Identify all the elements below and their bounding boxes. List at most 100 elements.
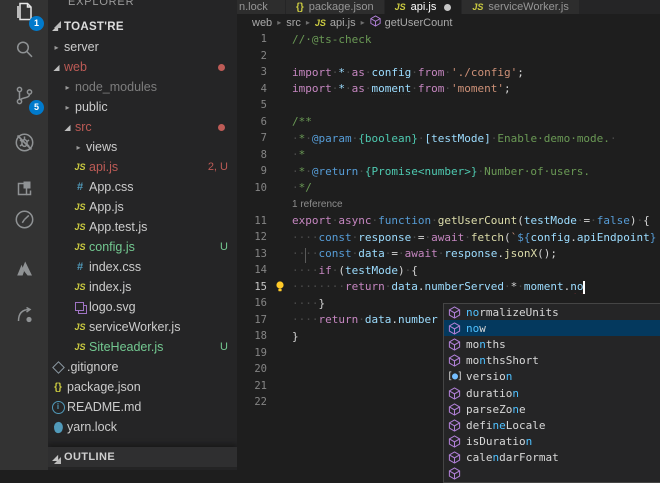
- explorer-header: EXPLORER: [68, 0, 134, 8]
- file-icon-slot: JS: [72, 202, 88, 212]
- git-file-icon: [52, 361, 65, 374]
- line-number: 11: [237, 215, 267, 227]
- breadcrumb-item-src[interactable]: src: [286, 17, 301, 29]
- breadcrumb-item-api-js[interactable]: JSapi.js: [315, 17, 356, 29]
- tree-item--gitignore[interactable]: .gitignore: [48, 357, 237, 377]
- breadcrumb-item-getusercount[interactable]: getUserCount: [370, 15, 453, 30]
- chevron-expanded-icon: ◢: [61, 123, 74, 132]
- line-number: 2: [237, 50, 267, 62]
- tree-item-config-js[interactable]: JSconfig.jsU: [48, 237, 237, 257]
- tree-item-views[interactable]: ▸views: [48, 137, 237, 157]
- suggest-item-calendarformat[interactable]: calendarFormat: [444, 450, 660, 466]
- tree-item-logo-svg[interactable]: logo.svg: [48, 297, 237, 317]
- suggest-item-parsezone[interactable]: parseZone: [444, 401, 660, 417]
- dial-icon: [13, 208, 36, 236]
- code-line-content: /**: [292, 115, 660, 128]
- tab-label: n.lock: [239, 1, 268, 13]
- suggest-item-definelocale[interactable]: defineLocale: [444, 417, 660, 433]
- code-line-content: export·async·function·getUserCount(testM…: [292, 214, 660, 227]
- outline-section-header[interactable]: ◢ OUTLINE: [48, 447, 237, 467]
- json-file-icon: {}: [296, 2, 304, 13]
- code-line[interactable]: 2: [237, 48, 660, 65]
- search-icon: [13, 38, 36, 66]
- tree-item-label: api.js: [89, 160, 118, 174]
- codelens-references[interactable]: 1 reference: [237, 199, 343, 210]
- activity-gitlens-button[interactable]: [0, 294, 48, 340]
- code-line[interactable]: 3import·*·as·config·from·'./config';: [237, 64, 660, 81]
- tree-item-src[interactable]: ◢src: [48, 117, 237, 137]
- tree-item-label: node_modules: [75, 80, 157, 94]
- suggest-item[interactable]: [444, 466, 660, 482]
- tree-item-label: config.js: [89, 240, 135, 254]
- code-line[interactable]: 7·*·@param·{boolean}·[testMode]·Enable·d…: [237, 130, 660, 147]
- suggest-item-normalizeunits[interactable]: normalizeUnits: [444, 304, 660, 320]
- tree-item-label: package.json: [67, 380, 141, 394]
- activity-dial-button[interactable]: [0, 199, 48, 245]
- tree-item-siteheader-js[interactable]: JSSiteHeader.jsU: [48, 337, 237, 357]
- tree-item-serviceworker-js[interactable]: JSserviceWorker.js: [48, 317, 237, 337]
- activity-source-control-button[interactable]: 5: [0, 75, 48, 121]
- tree-root-toastre[interactable]: ◢ TOAST'RE: [48, 17, 237, 37]
- code-line[interactable]: 6/**: [237, 114, 660, 131]
- tab-api-js[interactable]: JSapi.js: [385, 0, 462, 14]
- suggest-item-duration[interactable]: duration: [444, 385, 660, 401]
- breadcrumb-item-web[interactable]: web: [252, 17, 272, 29]
- tree-item-app-css[interactable]: #App.css: [48, 177, 237, 197]
- tab-n-lock[interactable]: n.lock: [237, 0, 285, 14]
- code-line[interactable]: 15········return·data.numberServed·*·mom…: [237, 279, 660, 296]
- tree-item-public[interactable]: ▸public: [48, 97, 237, 117]
- tree-item-label: README.md: [67, 400, 141, 414]
- module-icon: [448, 322, 461, 335]
- tree-item-label: serviceWorker.js: [89, 320, 180, 334]
- suggest-item-isduration[interactable]: isDuration: [444, 434, 660, 450]
- tree-item-label: SiteHeader.js: [89, 340, 163, 354]
- tree-item-api-js[interactable]: JSapi.js2, U: [48, 157, 237, 177]
- tree-item-app-test-js[interactable]: JSApp.test.js: [48, 217, 237, 237]
- tree-item-index-js[interactable]: JSindex.js: [48, 277, 237, 297]
- tab-label: api.js: [411, 1, 437, 13]
- code-line[interactable]: 10·*/: [237, 180, 660, 197]
- tree-item-server[interactable]: ▸server: [48, 37, 237, 57]
- file-icon-slot: JS: [72, 222, 88, 232]
- tree-item-web[interactable]: ◢web: [48, 57, 237, 77]
- tab-package-json[interactable]: {}package.json: [286, 0, 384, 14]
- suggest-item-version[interactable]: [●]version: [444, 369, 660, 385]
- code-line[interactable]: 4import·*·as·moment·from·'moment';: [237, 81, 660, 98]
- git-status-badge: U: [220, 241, 228, 253]
- tree-item-node-modules[interactable]: ▸node_modules: [48, 77, 237, 97]
- module-icon: [448, 354, 461, 367]
- module-icon: [448, 387, 461, 400]
- activity-azure-button[interactable]: [0, 248, 48, 294]
- tree-item-label: .gitignore: [67, 360, 118, 374]
- code-line[interactable]: 13····const·data·=·await·response.jsonX(…: [237, 246, 660, 263]
- tree-item-app-js[interactable]: JSApp.js: [48, 197, 237, 217]
- tree-item-yarn-lock[interactable]: yarn.lock: [48, 417, 237, 437]
- lightbulb-icon[interactable]: [274, 280, 286, 293]
- code-line[interactable]: 14····if·(testMode)·{: [237, 262, 660, 279]
- activity-search-button[interactable]: [0, 29, 48, 75]
- activity-bar: 15: [0, 0, 48, 470]
- activity-bug-off-button[interactable]: [0, 122, 48, 168]
- breadcrumb-separator-icon: ▸: [275, 18, 283, 27]
- tree-item-label: App.css: [89, 180, 133, 194]
- tab-serviceworker-js[interactable]: JSserviceWorker.js: [462, 0, 579, 14]
- code-line[interactable]: 8·*: [237, 147, 660, 164]
- suggest-item-monthsshort[interactable]: monthsShort: [444, 353, 660, 369]
- code-line[interactable]: 1//·@ts-check: [237, 31, 660, 48]
- tree-item-package-json[interactable]: {}package.json: [48, 377, 237, 397]
- suggest-item-months[interactable]: months: [444, 336, 660, 352]
- chevron-collapsed-icon: ▸: [61, 83, 74, 92]
- tree-item-index-css[interactable]: #index.css: [48, 257, 237, 277]
- file-icon-slot: JS: [72, 322, 88, 332]
- code-line[interactable]: 9·*·@return·{Promise<number>}·Number·of·…: [237, 163, 660, 180]
- code-line[interactable]: 11 export·async·function·getUserCount(tes…: [237, 213, 660, 230]
- code-line[interactable]: 5: [237, 97, 660, 114]
- breadcrumb-label: src: [286, 17, 301, 29]
- breadcrumb-label: api.js: [330, 17, 356, 29]
- module-icon: [448, 435, 461, 448]
- suggest-item-now[interactable]: now: [444, 320, 660, 336]
- code-line[interactable]: 12····const·response·=·await·fetch(`${co…: [237, 229, 660, 246]
- svg-file-icon: [75, 302, 84, 311]
- tree-item-readme-md[interactable]: iREADME.md: [48, 397, 237, 417]
- module-icon: [448, 467, 461, 480]
